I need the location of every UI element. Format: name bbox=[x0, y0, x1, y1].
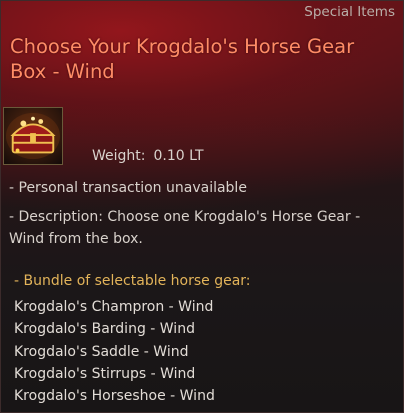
treasure-chest-icon bbox=[3, 107, 63, 165]
weight-label: Weight: bbox=[92, 148, 146, 164]
weight-value: 0.10 LT bbox=[153, 148, 204, 164]
item-tooltip: Special Items Choose Your Krogdalo's Hor… bbox=[0, 0, 404, 413]
item-description: - Description: Choose one Krogdalo's Hor… bbox=[9, 209, 361, 247]
trade-note: - Personal transaction unavailable bbox=[9, 180, 247, 196]
bundle-item: Krogdalo's Barding - Wind bbox=[14, 321, 195, 338]
weight-row: Weight: 0.10 LT bbox=[92, 148, 204, 164]
bundle-list: Krogdalo's Champron - Wind Krogdalo's Ba… bbox=[14, 296, 215, 407]
bundle-heading: - Bundle of selectable horse gear: bbox=[14, 273, 251, 289]
bundle-item: Krogdalo's Saddle - Wind bbox=[14, 343, 189, 360]
item-title: Choose Your Krogdalo's Horse Gear Box - … bbox=[10, 35, 355, 83]
item-category: Special Items bbox=[304, 4, 395, 20]
bundle-item: Krogdalo's Horseshoe - Wind bbox=[14, 388, 215, 405]
bundle-item: Krogdalo's Stirrups - Wind bbox=[14, 365, 196, 382]
bundle-item: Krogdalo's Champron - Wind bbox=[14, 299, 214, 315]
